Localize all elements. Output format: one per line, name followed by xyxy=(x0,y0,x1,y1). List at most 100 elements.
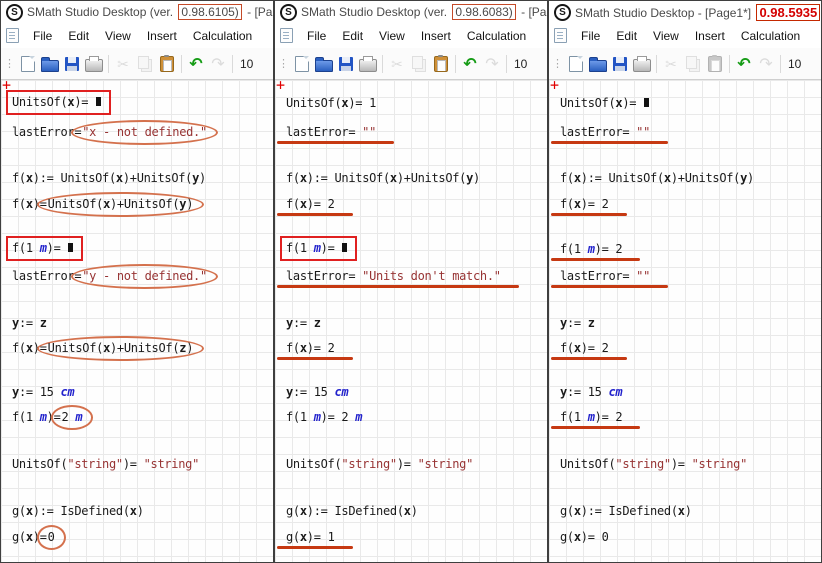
save-file-button[interactable] xyxy=(335,52,357,76)
math-expression[interactable]: f(1 m)= 2 m xyxy=(284,409,364,425)
math-expression[interactable]: UnitsOf("string")= "string" xyxy=(284,456,475,472)
menu-item-edit[interactable]: Edit xyxy=(60,26,97,46)
string-token: "x - not defined." xyxy=(82,125,207,139)
math-expression[interactable]: y:= z xyxy=(10,315,49,331)
math-expression[interactable]: g(x)=0 xyxy=(10,529,59,545)
math-expression[interactable]: f(1 m)= 2 xyxy=(558,241,624,257)
undo-button[interactable]: ↶ xyxy=(733,52,755,76)
open-file-button[interactable] xyxy=(313,52,335,76)
worksheet-canvas[interactable]: +UnitsOf(x)= lastError="x - not defined.… xyxy=(1,80,273,562)
toolbar-separator xyxy=(656,55,657,73)
text-token: := 15 xyxy=(567,385,609,399)
menu-item-calculation[interactable]: Calculation xyxy=(459,26,534,46)
math-expression[interactable]: g(x):= IsDefined(x) xyxy=(10,503,146,519)
math-expression[interactable]: f(1 m)= xyxy=(284,241,357,261)
math-expression[interactable]: y:= z xyxy=(284,315,323,331)
open-file-button[interactable] xyxy=(587,52,609,76)
undo-button[interactable]: ↶ xyxy=(185,52,207,76)
math-expression[interactable]: f(1 m)=2 m xyxy=(10,409,86,425)
math-expression[interactable]: f(x)= 2 xyxy=(558,340,611,356)
print-button[interactable] xyxy=(357,52,379,76)
math-expression[interactable]: UnitsOf(x)= xyxy=(10,95,111,115)
menu-item-insert[interactable]: Insert xyxy=(413,26,459,46)
math-expression[interactable]: g(x)= 0 xyxy=(558,529,611,545)
math-expression[interactable]: lastError= "Units don't match." xyxy=(284,268,503,284)
open-file-icon xyxy=(41,60,59,72)
title-bar[interactable]: SSMath Studio Desktop - [Page1*] 0.98.59… xyxy=(549,1,821,23)
math-expression[interactable]: UnitsOf("string")= "string" xyxy=(10,456,201,472)
math-expression[interactable]: f(x)=UnitsOf(x)+UnitsOf(y) xyxy=(10,196,197,212)
redo-button: ↷ xyxy=(207,52,229,76)
text-token: UnitsOf( xyxy=(685,171,740,185)
menu-item-calculation[interactable]: Calculation xyxy=(733,26,808,46)
menu-item-view[interactable]: View xyxy=(97,26,139,46)
math-expression[interactable]: y:= z xyxy=(558,315,597,331)
menu-item-edit[interactable]: Edit xyxy=(608,26,645,46)
math-expression[interactable]: y:= 15 cm xyxy=(10,384,76,400)
font-size-value[interactable]: 10 xyxy=(514,57,527,71)
math-expression[interactable]: g(x):= IsDefined(x) xyxy=(558,503,694,519)
menu-item-view[interactable]: View xyxy=(645,26,687,46)
toolbar-grip-icon[interactable]: ⋮ xyxy=(4,57,15,70)
math-expression[interactable]: f(x):= UnitsOf(x)+UnitsOf(y) xyxy=(10,170,208,186)
text-token: )= 2 xyxy=(581,341,609,355)
paste-button[interactable] xyxy=(430,52,452,76)
menu-item-calculation[interactable]: Calculation xyxy=(185,26,260,46)
menu-item-insert[interactable]: Insert xyxy=(139,26,185,46)
font-size-value[interactable]: 10 xyxy=(240,57,253,71)
text-token: )= 2 xyxy=(307,341,335,355)
worksheet-canvas[interactable]: +UnitsOf(x)= 1lastError= ""f(x):= UnitsO… xyxy=(275,80,547,562)
math-expression[interactable]: lastError= "" xyxy=(558,124,652,140)
menu-item-insert[interactable]: Insert xyxy=(687,26,733,46)
text-token: UnitsOf( xyxy=(560,96,615,110)
menu-item-file[interactable]: File xyxy=(573,26,608,46)
new-file-button[interactable] xyxy=(565,52,587,76)
variable-token: y xyxy=(286,385,293,399)
text-token: )= xyxy=(622,96,643,110)
math-expression[interactable]: lastError= "" xyxy=(558,268,652,284)
math-expression[interactable]: lastError="x - not defined." xyxy=(10,124,211,140)
menu-item-file[interactable]: File xyxy=(299,26,334,46)
new-file-button[interactable] xyxy=(291,52,313,76)
print-button[interactable] xyxy=(631,52,653,76)
math-expression[interactable]: g(x)= 1 xyxy=(284,529,337,545)
math-expression[interactable]: f(x)= 2 xyxy=(284,196,337,212)
toolbar-grip-icon[interactable]: ⋮ xyxy=(552,57,563,70)
math-expression[interactable]: f(x)= 2 xyxy=(558,196,611,212)
math-expression[interactable]: f(x)= 2 xyxy=(284,340,337,356)
math-expression[interactable]: f(1 m)= 2 xyxy=(558,409,624,425)
math-expression[interactable]: f(x)=UnitsOf(x)+UnitsOf(z) xyxy=(10,340,197,356)
toolbar-grip-icon[interactable]: ⋮ xyxy=(278,57,289,70)
text-token: )= xyxy=(47,241,68,255)
print-button[interactable] xyxy=(83,52,105,76)
undo-button[interactable]: ↶ xyxy=(459,52,481,76)
worksheet-canvas[interactable]: +UnitsOf(x)= lastError= ""f(x):= UnitsOf… xyxy=(549,80,821,562)
version-badge: 0.98.6105) xyxy=(178,4,241,20)
redo-icon: ↷ xyxy=(759,56,772,72)
new-file-button[interactable] xyxy=(17,52,39,76)
font-size-value[interactable]: 10 xyxy=(788,57,801,71)
paste-button[interactable] xyxy=(156,52,178,76)
menu-item-file[interactable]: File xyxy=(25,26,60,46)
save-file-button[interactable] xyxy=(609,52,631,76)
math-expression[interactable]: y:= 15 cm xyxy=(284,384,350,400)
variable-token: x xyxy=(574,504,581,518)
math-expression[interactable]: f(1 m)= xyxy=(10,241,83,261)
math-expression[interactable]: y:= 15 cm xyxy=(558,384,624,400)
math-expression[interactable]: UnitsOf(x)= 1 xyxy=(284,95,378,111)
math-expression[interactable]: f(x):= UnitsOf(x)+UnitsOf(y) xyxy=(558,170,756,186)
menu-item-view[interactable]: View xyxy=(371,26,413,46)
math-expression[interactable]: UnitsOf("string")= "string" xyxy=(558,456,749,472)
math-expression[interactable]: g(x):= IsDefined(x) xyxy=(284,503,420,519)
math-expression[interactable]: lastError="y - not defined." xyxy=(10,268,211,284)
menu-item-edit[interactable]: Edit xyxy=(334,26,371,46)
cut-icon: ✂ xyxy=(665,57,677,71)
open-file-button[interactable] xyxy=(39,52,61,76)
save-file-button[interactable] xyxy=(61,52,83,76)
math-expression[interactable]: f(x):= UnitsOf(x)+UnitsOf(y) xyxy=(284,170,482,186)
title-bar[interactable]: SSMath Studio Desktop (ver. 0.98.6083) -… xyxy=(275,1,547,23)
math-expression[interactable]: UnitsOf(x)= xyxy=(558,95,651,111)
math-expression[interactable]: lastError= "" xyxy=(284,124,378,140)
annotation-box: f(1 m)= xyxy=(280,236,357,261)
title-bar[interactable]: SSMath Studio Desktop (ver. 0.98.6105) -… xyxy=(1,1,273,23)
